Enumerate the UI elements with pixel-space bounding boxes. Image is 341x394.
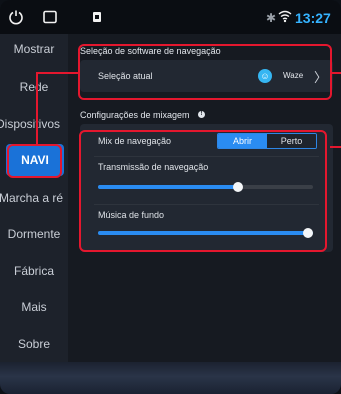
highlight-navi-tab bbox=[7, 144, 62, 178]
highlight-connector bbox=[36, 72, 38, 144]
wifi-icon bbox=[278, 10, 292, 23]
sidebar-item-dormente[interactable]: Dormente bbox=[0, 216, 68, 252]
status-bar: ✱ 13:27 bbox=[0, 0, 341, 34]
clock: 13:27 bbox=[295, 10, 331, 26]
bluetooth-icon: ✱ bbox=[266, 11, 277, 25]
highlight-mix-settings bbox=[79, 130, 327, 252]
settings-screen: ✱ 13:27 Mostrar Rede Dispositivos NAVI M… bbox=[0, 0, 341, 394]
info-icon[interactable]: ! bbox=[198, 111, 205, 118]
sidebar-item-fabrica[interactable]: Fábrica bbox=[0, 253, 68, 289]
sidebar-item-mais[interactable]: Mais bbox=[0, 289, 68, 325]
power-icon[interactable] bbox=[8, 9, 24, 25]
highlight-connector bbox=[36, 72, 79, 74]
sidebar: Mostrar Rede Dispositivos NAVI Marcha a … bbox=[0, 34, 68, 362]
bottom-reflection bbox=[0, 362, 341, 394]
sidebar-item-dispositivos[interactable]: Dispositivos bbox=[0, 106, 64, 142]
mix-settings-title: Configurações de mixagem bbox=[80, 110, 190, 120]
notification-icon bbox=[93, 12, 101, 22]
highlight-nav-software bbox=[78, 44, 332, 100]
sidebar-item-rede[interactable]: Rede bbox=[0, 69, 68, 105]
sidebar-item-sobre[interactable]: Sobre bbox=[0, 326, 68, 362]
highlight-connector bbox=[331, 72, 341, 74]
sidebar-item-mostrar[interactable]: Mostrar bbox=[0, 31, 68, 67]
recent-apps-icon[interactable] bbox=[42, 9, 58, 25]
highlight-connector bbox=[330, 146, 341, 148]
sidebar-item-marcha-a-re[interactable]: Marcha a ré bbox=[0, 180, 67, 216]
